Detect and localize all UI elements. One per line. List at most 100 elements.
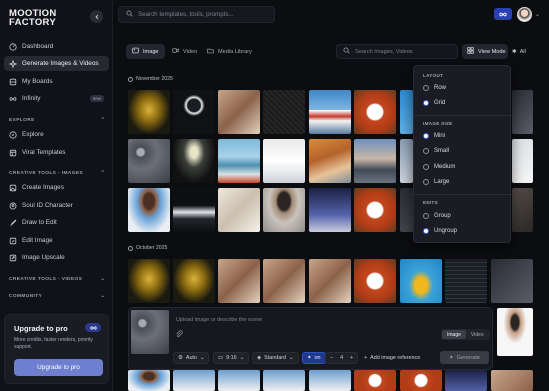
gallery-image[interactable] <box>218 259 260 303</box>
gallery-image[interactable] <box>400 90 413 134</box>
gallery-image[interactable] <box>173 259 215 303</box>
attach-icon[interactable] <box>175 330 183 338</box>
radio-button[interactable] <box>423 85 429 91</box>
add-reference-button[interactable]: + Add image reference <box>359 352 425 364</box>
sidebar-item-create-images[interactable]: Create Images <box>4 180 109 195</box>
gallery-image[interactable] <box>263 188 305 232</box>
sidebar-item-generate[interactable]: Generate Images & Videos <box>4 56 109 71</box>
model-select[interactable]: ⚙ Auto ⌄ <box>173 352 210 364</box>
section-creative-videos[interactable]: CREATIVE TOOLS - VIDEOS ⌄ <box>9 277 105 282</box>
mode-video[interactable]: Video <box>466 330 489 339</box>
gallery-image[interactable] <box>400 188 413 232</box>
radio-button[interactable] <box>423 213 429 219</box>
sidebar-item-soul-id[interactable]: Soul ID Character <box>4 198 109 213</box>
edits-option-ungroup[interactable]: Ungroup <box>423 228 457 234</box>
plus-icon[interactable]: + <box>350 355 353 361</box>
mode-image[interactable]: Image <box>442 330 466 339</box>
enhance-toggle[interactable]: ✦ on <box>302 352 326 364</box>
sidebar-item-my-boards[interactable]: My Boards <box>4 74 109 89</box>
quality-select[interactable]: ◈ Standard ⌄ <box>252 352 299 364</box>
gallery-image[interactable] <box>173 188 215 232</box>
size-option-large[interactable]: Large <box>423 179 449 185</box>
radio-button[interactable] <box>423 133 429 139</box>
reference-thumbnail[interactable] <box>131 310 169 354</box>
gallery-image[interactable] <box>128 90 170 134</box>
radio-button[interactable] <box>423 148 429 154</box>
gallery-image[interactable] <box>309 370 351 391</box>
gallery-image[interactable] <box>400 139 413 183</box>
gallery-image[interactable] <box>263 370 305 391</box>
select-group-checkbox[interactable] <box>128 245 133 251</box>
gallery-image[interactable] <box>218 139 260 183</box>
gallery-image[interactable] <box>218 370 260 391</box>
chevron-down-icon[interactable]: ⌄ <box>535 11 540 18</box>
gallery-image[interactable] <box>309 259 351 303</box>
gallery-image[interactable] <box>218 188 260 232</box>
gallery-image[interactable] <box>263 90 305 134</box>
gallery-image[interactable] <box>491 259 533 303</box>
media-search-input[interactable]: Search Images, Videos <box>336 44 458 59</box>
gallery-image[interactable] <box>263 139 305 183</box>
brand-logo[interactable]: MOOTION FACTORY <box>9 9 57 28</box>
prompt-input[interactable]: Upload image or describe the scene <box>176 317 262 323</box>
gallery-image[interactable] <box>309 139 351 183</box>
edits-option-group[interactable]: Group <box>423 213 451 219</box>
sidebar-item-edit-image[interactable]: Edit Image <box>4 233 109 248</box>
radio-button[interactable] <box>423 228 429 234</box>
section-creative-images[interactable]: CREATIVE TOOLS - IMAGES ⌃ <box>9 171 105 176</box>
gallery-image[interactable] <box>512 188 533 232</box>
size-option-small[interactable]: Small <box>423 148 449 154</box>
upgrade-button[interactable]: Upgrade to pro <box>14 359 103 376</box>
gallery-image[interactable] <box>173 139 215 183</box>
gallery-image[interactable] <box>263 259 305 303</box>
gallery-image[interactable] <box>445 370 487 391</box>
tab-media-library[interactable]: Media Library <box>201 44 258 59</box>
generate-button[interactable]: ✦ Generate <box>440 351 489 364</box>
sidebar-item-draw-to-edit[interactable]: Draw to Edit <box>4 215 109 230</box>
gallery-image[interactable] <box>354 370 396 391</box>
gallery-image[interactable] <box>354 139 396 183</box>
layout-option-grid[interactable]: Grid <box>423 100 445 106</box>
gallery-image[interactable] <box>354 188 396 232</box>
gallery-image[interactable] <box>128 259 170 303</box>
collapse-sidebar-button[interactable] <box>90 10 103 23</box>
section-community[interactable]: COMMUNITY ⌄ <box>9 294 105 299</box>
layout-option-row[interactable]: Row <box>423 85 446 91</box>
gallery-image[interactable] <box>497 308 533 356</box>
gallery-image[interactable] <box>512 90 533 134</box>
section-explore[interactable]: EXPLORE ⌃ <box>9 118 105 123</box>
gallery-image[interactable] <box>491 370 533 391</box>
gallery-image[interactable] <box>128 188 170 232</box>
gallery-image[interactable] <box>512 139 533 183</box>
sidebar-item-viral-templates[interactable]: Viral Templates <box>4 145 109 160</box>
filter-all-button[interactable]: ✱ All <box>512 44 526 59</box>
sidebar-item-image-upscale[interactable]: Image Upscale <box>4 250 109 265</box>
sidebar-item-dashboard[interactable]: Dashboard <box>4 39 109 54</box>
gallery-image[interactable] <box>309 90 351 134</box>
tab-image[interactable]: Image <box>126 44 165 59</box>
gallery-image[interactable] <box>354 90 396 134</box>
size-option-medium[interactable]: Medium <box>423 164 455 170</box>
infinity-badge[interactable] <box>494 8 512 20</box>
view-mode-button[interactable]: View Mode <box>462 44 508 59</box>
radio-button[interactable] <box>423 100 429 106</box>
gallery-image[interactable] <box>218 90 260 134</box>
count-stepper[interactable]: − 4 + <box>325 352 359 364</box>
select-group-checkbox[interactable] <box>128 76 133 82</box>
gallery-image[interactable] <box>309 188 351 232</box>
size-option-mini[interactable]: Mini <box>423 133 445 139</box>
gallery-image[interactable] <box>445 259 487 303</box>
minus-icon[interactable]: − <box>330 355 333 361</box>
aspect-ratio-select[interactable]: ▭ 9:16 ⌄ <box>213 352 250 364</box>
gallery-image[interactable] <box>173 90 215 134</box>
global-search-input[interactable]: Search templates, tools, prompts... <box>118 6 275 23</box>
gallery-image[interactable] <box>173 370 215 391</box>
gallery-image[interactable] <box>128 139 170 183</box>
gallery-image[interactable] <box>400 259 442 303</box>
radio-button[interactable] <box>423 179 429 185</box>
sidebar-item-infinity[interactable]: Infinity new <box>4 91 109 106</box>
gallery-image[interactable] <box>400 370 442 391</box>
gallery-image[interactable] <box>128 370 170 391</box>
sidebar-item-explore[interactable]: Explore <box>4 127 109 142</box>
gallery-image[interactable] <box>354 259 396 303</box>
